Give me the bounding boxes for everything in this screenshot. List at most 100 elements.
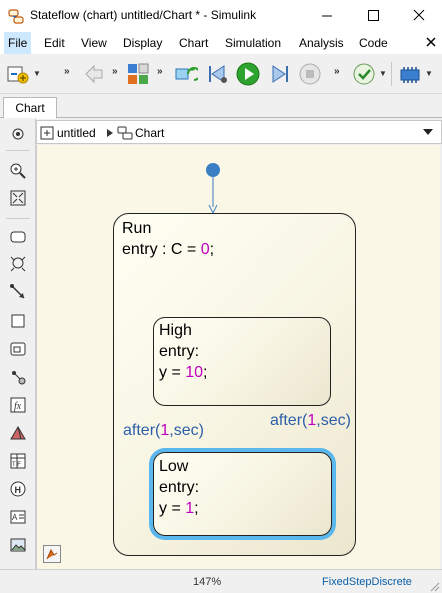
tab-bar: Chart xyxy=(0,94,442,119)
image-icon[interactable] xyxy=(9,536,27,554)
state-high-action-text: y = xyxy=(159,364,186,381)
toolbar-overflow-icon[interactable]: » xyxy=(334,66,340,77)
stateflow-app-icon xyxy=(8,9,24,24)
state-high-action: y = 10; xyxy=(159,362,207,383)
menu-chart[interactable]: Chart xyxy=(175,32,212,54)
stop-icon[interactable] xyxy=(298,62,322,86)
state-high-name: High xyxy=(159,322,192,339)
state-low-action-value: 1 xyxy=(185,500,195,517)
chevron-down-icon[interactable]: ▼ xyxy=(425,69,433,78)
menu-analysis[interactable]: Analysis xyxy=(295,32,348,54)
menu-display[interactable]: Display xyxy=(119,32,166,54)
chevron-down-icon[interactable]: ▼ xyxy=(33,69,41,78)
breadcrumb-current[interactable]: Chart xyxy=(135,126,164,140)
simulink-state-icon[interactable] xyxy=(9,424,27,442)
window-title: Stateflow (chart) untitled/Chart * - Sim… xyxy=(30,8,257,22)
fit-to-view-icon[interactable] xyxy=(9,189,27,207)
maximize-icon xyxy=(368,10,379,21)
breadcrumb: untitled Chart xyxy=(36,120,442,144)
chart-icon xyxy=(117,126,133,140)
history-junction-icon[interactable] xyxy=(9,368,27,386)
tab-chart[interactable]: Chart xyxy=(3,97,57,119)
default-transition-icon[interactable] xyxy=(9,255,27,273)
library-browser-icon[interactable] xyxy=(126,62,150,86)
default-transition-dot[interactable] xyxy=(206,163,220,177)
breadcrumb-root[interactable]: untitled xyxy=(57,126,96,140)
model-icon xyxy=(40,126,54,140)
update-diagram-icon[interactable] xyxy=(174,62,198,86)
simulink-function-icon[interactable] xyxy=(9,340,27,358)
chevron-down-icon[interactable] xyxy=(423,129,433,137)
svg-text:A: A xyxy=(12,513,18,522)
transition-label-value: 1 xyxy=(307,412,317,429)
svg-text:fx: fx xyxy=(14,401,22,412)
chevron-right-icon xyxy=(107,129,113,137)
toolbar-overflow-icon[interactable]: » xyxy=(157,66,163,77)
check-icon[interactable] xyxy=(352,62,376,86)
state-tool-icon[interactable] xyxy=(9,228,27,246)
minimize-icon xyxy=(322,15,332,17)
run-icon[interactable] xyxy=(236,62,260,86)
close-button[interactable] xyxy=(396,0,442,32)
menu-edit[interactable]: Edit xyxy=(40,32,69,54)
back-icon[interactable] xyxy=(82,62,106,86)
state-low-entry: entry: xyxy=(159,479,200,496)
transition-label-suffix: ,sec) xyxy=(316,412,351,429)
step-back-icon[interactable] xyxy=(206,62,230,86)
palette-separator xyxy=(6,218,30,219)
hardware-icon[interactable] xyxy=(398,62,422,86)
toolbar: ▼ » » » » ▼ ▼ xyxy=(0,54,442,94)
close-document-icon[interactable] xyxy=(424,35,438,49)
solver-link[interactable]: FixedStepDiscrete xyxy=(322,576,412,588)
status-bar: 147% FixedStepDiscrete xyxy=(0,569,442,593)
transition-label-suffix: ,sec) xyxy=(169,422,204,439)
resize-grip-icon[interactable] xyxy=(428,580,440,592)
toolbar-overflow-icon[interactable]: » xyxy=(64,66,70,77)
state-run-entry-suffix: ; xyxy=(209,241,215,258)
svg-text:H: H xyxy=(15,485,22,495)
menu-view[interactable]: View xyxy=(77,32,111,54)
zoom-in-icon[interactable] xyxy=(9,162,27,180)
state-low-name: Low xyxy=(159,458,189,475)
minimize-button[interactable] xyxy=(304,0,350,32)
zoom-fit-icon[interactable] xyxy=(9,125,27,143)
history-icon[interactable]: H xyxy=(9,480,27,498)
state-run-entry: entry : C = 0; xyxy=(122,239,214,260)
transition-label-low-to-high[interactable]: after(1,sec) xyxy=(123,422,204,440)
model-config-icon[interactable] xyxy=(6,62,30,86)
state-run-entry-text: entry : C = xyxy=(122,241,201,258)
close-icon xyxy=(413,9,425,21)
menu-code[interactable]: Code xyxy=(355,32,392,54)
step-forward-icon[interactable] xyxy=(267,62,291,86)
menu-simulation[interactable]: Simulation xyxy=(221,32,285,54)
chevron-down-icon[interactable]: ▼ xyxy=(379,69,387,78)
annotation-icon[interactable]: A xyxy=(9,508,27,526)
state-high-action-value: 10 xyxy=(185,364,204,381)
matlab-function-icon[interactable]: fx xyxy=(9,396,27,414)
palette-separator xyxy=(6,150,30,151)
transition-label-high-to-low[interactable]: after(1,sec) xyxy=(270,412,351,430)
transition-label-text: after( xyxy=(270,412,308,429)
state-low-action: y = 1; xyxy=(159,498,199,519)
menu-file[interactable]: File xyxy=(4,32,32,54)
state-high[interactable]: High entry: y = 10; xyxy=(153,317,331,406)
svg-text:T F: T F xyxy=(12,462,21,468)
truth-table-icon[interactable]: T F xyxy=(9,452,27,470)
toolbar-overflow-icon[interactable]: » xyxy=(112,66,118,77)
model-explorer-icon[interactable] xyxy=(43,545,61,563)
transition-tool-icon[interactable] xyxy=(9,283,27,301)
title-bar: Stateflow (chart) untitled/Chart * - Sim… xyxy=(0,0,442,32)
transition-label-text: after( xyxy=(123,422,161,439)
state-low-action-text: y = xyxy=(159,500,186,517)
box-tool-icon[interactable] xyxy=(9,312,27,330)
state-low[interactable]: Low entry: y = 1; xyxy=(153,452,332,536)
state-high-entry: entry: xyxy=(159,343,200,360)
state-high-action-suffix: ; xyxy=(203,364,208,381)
object-palette: fx T F H A xyxy=(0,118,36,569)
state-run-name: Run xyxy=(122,220,152,237)
transition-label-value: 1 xyxy=(160,422,170,439)
chart-canvas[interactable]: Run entry : C = 0; High entry: y = 10; L… xyxy=(36,145,440,569)
state-low-action-suffix: ; xyxy=(194,500,199,517)
state-run-entry-value: 0 xyxy=(200,241,210,258)
maximize-button[interactable] xyxy=(350,0,396,32)
